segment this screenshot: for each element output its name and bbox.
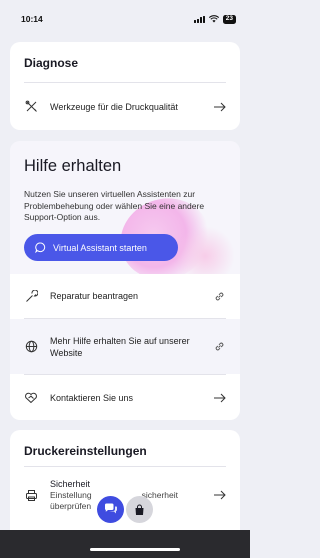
globe-icon — [24, 340, 38, 354]
printer-settings-card: Druckereinstellungen Sicherheit Einstell… — [10, 430, 240, 540]
repair-request-label: Reparatur beantragen — [50, 291, 139, 301]
contact-us-label: Kontaktieren Sie uns — [50, 393, 134, 403]
diagnose-title: Diagnose — [24, 56, 79, 70]
print-quality-tools-row[interactable]: Werkzeuge für die Druckqualität — [10, 83, 240, 130]
virtual-assistant-button-label: Virtual Assistant starten — [53, 242, 147, 253]
shopping-bag-icon — [135, 504, 144, 515]
link-icon — [212, 340, 226, 354]
security-title: Sicherheit — [50, 478, 91, 489]
printer-settings-title: Druckereinstellungen — [24, 444, 147, 458]
status-time: 10:14 — [21, 14, 43, 24]
hilfe-card: Hilfe erhalten Nutzen Sie unseren virtue… — [10, 141, 240, 420]
arrow-right-icon — [212, 100, 226, 114]
diagnose-card: Diagnose Werkzeuge für die Druckqualität — [10, 42, 240, 130]
printer-lock-icon — [24, 488, 38, 502]
bottom-bar — [0, 530, 250, 558]
decorative-blob — [175, 226, 235, 274]
battery-icon: 23 — [222, 14, 236, 24]
assistant-chat-fab[interactable] — [97, 496, 124, 523]
virtual-assistant-button[interactable]: Virtual Assistant starten — [24, 234, 178, 261]
hilfe-title: Hilfe erhalten — [24, 157, 122, 175]
signal-icon — [193, 15, 205, 23]
wifi-icon — [208, 15, 219, 23]
link-icon — [212, 289, 226, 303]
home-indicator[interactable] — [90, 548, 180, 551]
tools-icon — [24, 100, 38, 114]
security-subtitle-left: Einstellung — [50, 489, 92, 500]
wrench-icon — [24, 289, 38, 303]
repair-request-row[interactable]: Reparatur beantragen — [10, 274, 240, 318]
arrow-right-icon — [212, 391, 226, 405]
hilfe-description: Nutzen Sie unseren virtuellen Assistente… — [24, 189, 205, 222]
security-row[interactable]: Sicherheit Einstellung sicherheit überpr… — [10, 467, 240, 523]
arrow-right-icon — [212, 488, 226, 502]
more-help-website-row[interactable]: Mehr Hilfe erhalten Sie auf unserer Webs… — [10, 319, 240, 374]
chat-bubbles-icon — [104, 503, 117, 514]
hilfe-header: Hilfe erhalten Nutzen Sie unseren virtue… — [10, 141, 240, 274]
handshake-icon — [24, 391, 38, 405]
status-icons: 23 — [193, 14, 236, 24]
status-bar: 10:14 23 — [0, 0, 250, 38]
shopping-bag-fab[interactable] — [126, 496, 153, 523]
more-help-website-label: Mehr Hilfe erhalten Sie auf unserer Webs… — [50, 335, 190, 358]
chat-bubble-icon — [35, 242, 46, 253]
contact-us-row[interactable]: Kontaktieren Sie uns — [10, 375, 240, 420]
print-quality-tools-label: Werkzeuge für die Druckqualität — [50, 101, 178, 112]
